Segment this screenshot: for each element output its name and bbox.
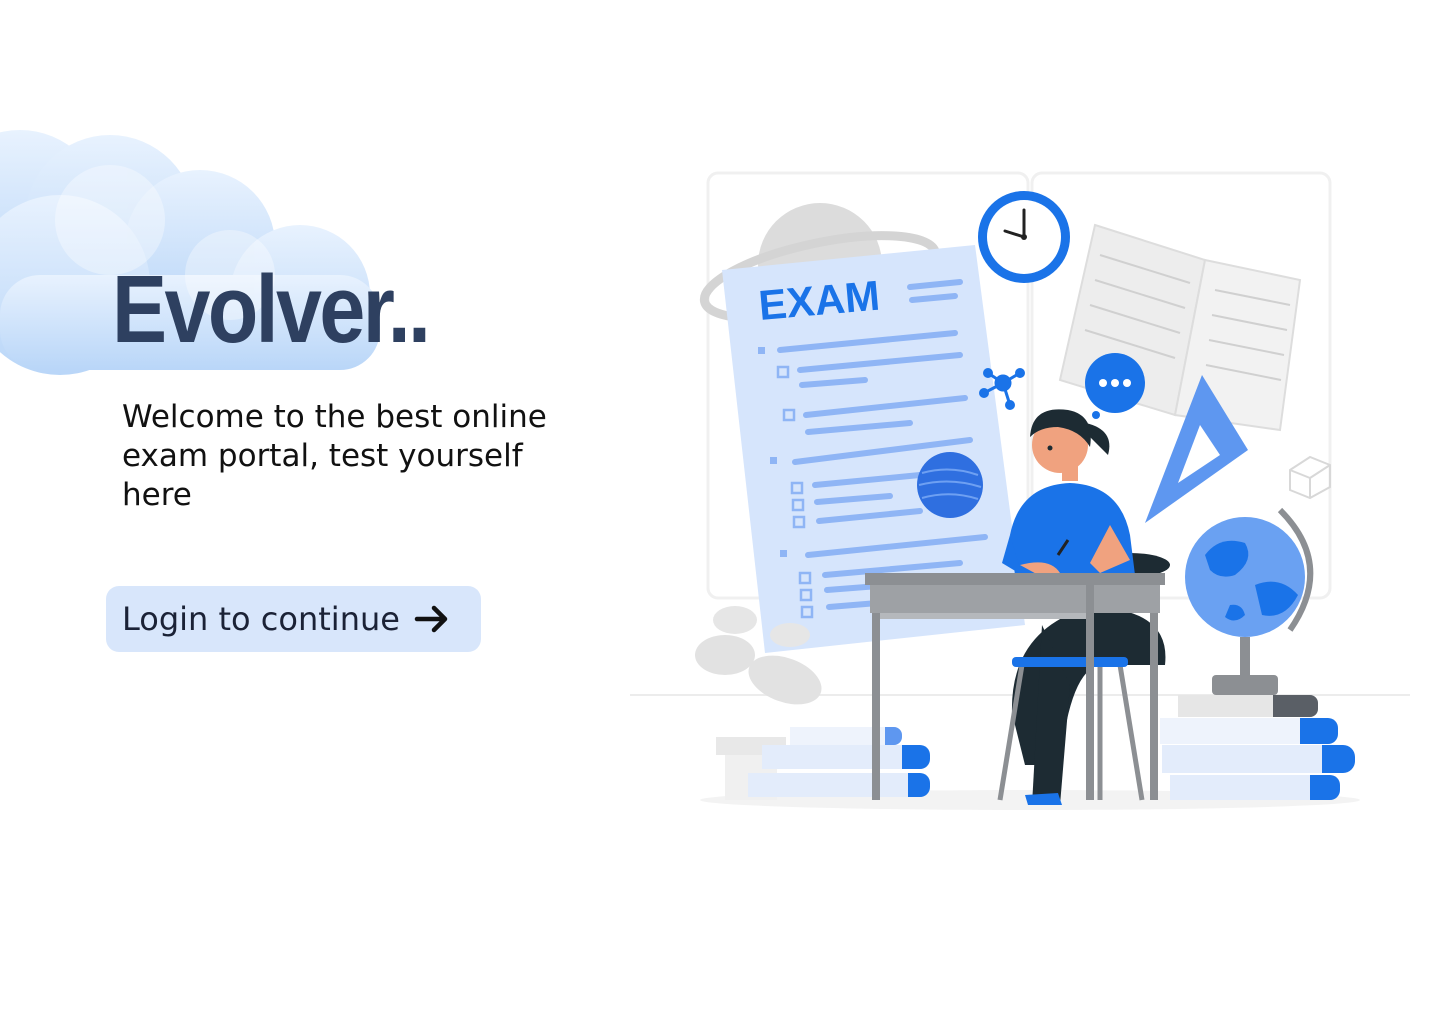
globe-icon — [1185, 507, 1314, 695]
exam-illustration: EXAM — [630, 171, 1410, 810]
plant-icon — [695, 606, 822, 800]
book-stack-right — [1160, 695, 1355, 800]
brand-title: Evolver.. — [112, 256, 431, 363]
clock-icon — [978, 191, 1070, 283]
hero-tagline: Welcome to the best online exam portal, … — [122, 399, 547, 513]
cube-icon — [1289, 455, 1331, 500]
login-button-label: Login to continue — [122, 600, 400, 638]
arrow-right-icon — [414, 604, 450, 634]
chat-bubble-icon — [1085, 353, 1145, 419]
login-button[interactable]: Login to continue — [106, 586, 481, 652]
